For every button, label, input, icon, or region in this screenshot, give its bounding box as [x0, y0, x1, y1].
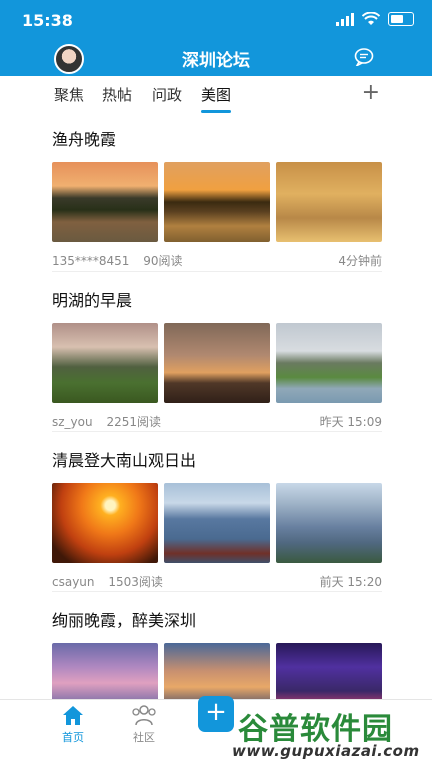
- status-time: 15:38: [22, 11, 73, 30]
- post-author: 135****8451: [52, 254, 130, 268]
- post-title: 清晨登大南山观日出: [52, 451, 197, 470]
- community-icon: [132, 705, 156, 726]
- plus-icon: +: [205, 697, 227, 727]
- new-post-button[interactable]: +: [198, 696, 234, 732]
- post-title: 绚丽晚霞，醉美深圳: [52, 611, 197, 630]
- post-reads: 1503阅读: [108, 575, 163, 589]
- tab-hot[interactable]: 热帖: [102, 84, 132, 105]
- app-header: 深圳论坛: [0, 40, 432, 76]
- divider: [52, 431, 382, 432]
- new-post-label: 发帖: [205, 732, 227, 745]
- tab-home[interactable]: 首页: [53, 704, 93, 745]
- post-image[interactable]: [276, 162, 382, 242]
- divider: [52, 271, 382, 272]
- post-image[interactable]: [52, 323, 158, 403]
- post-meta: 135****8451 90阅读 4分钟前: [52, 252, 382, 268]
- post-meta: sz_you 2251阅读 昨天 15:09: [52, 413, 382, 429]
- post-image[interactable]: [276, 323, 382, 403]
- category-tabs: 聚焦 热帖 问政 美图 +: [0, 76, 432, 114]
- battery-icon: [388, 12, 414, 26]
- post-author: sz_you: [52, 415, 93, 429]
- tab-community[interactable]: 社区: [124, 704, 164, 745]
- status-bar: 15:38: [0, 0, 432, 40]
- post-time: 4分钟前: [338, 254, 382, 268]
- add-tab-icon[interactable]: +: [362, 80, 380, 105]
- home-icon: [63, 706, 83, 725]
- watermark-url: www.gupuxiazai.com: [232, 742, 420, 760]
- post-image[interactable]: [52, 162, 158, 242]
- post-image[interactable]: [164, 483, 270, 563]
- post-time: 前天 15:20: [319, 575, 382, 589]
- post-reads: 2251阅读: [106, 415, 161, 429]
- post-item[interactable]: 明湖的早晨 sz_you 2251阅读 昨天 15:09: [52, 287, 382, 429]
- post-author: csayun: [52, 575, 95, 589]
- post-image[interactable]: [52, 483, 158, 563]
- message-icon[interactable]: [354, 48, 374, 66]
- signal-icon: [336, 12, 354, 26]
- status-icons: [336, 12, 414, 26]
- tab-photos[interactable]: 美图: [201, 84, 232, 113]
- post-image[interactable]: [164, 162, 270, 242]
- post-image[interactable]: [164, 323, 270, 403]
- tab-focus[interactable]: 聚焦: [54, 84, 84, 105]
- divider: [52, 591, 382, 592]
- tab-home-label: 首页: [62, 731, 84, 744]
- post-title: 明湖的早晨: [52, 291, 133, 310]
- post-title: 渔舟晚霞: [52, 130, 117, 149]
- tab-community-label: 社区: [133, 731, 155, 744]
- post-time: 昨天 15:09: [319, 415, 382, 429]
- post-meta: csayun 1503阅读 前天 15:20: [52, 573, 382, 589]
- wifi-icon: [362, 12, 380, 25]
- post-image[interactable]: [276, 483, 382, 563]
- post-item[interactable]: 清晨登大南山观日出 csayun 1503阅读 前天 15:20: [52, 447, 382, 589]
- post-item[interactable]: 渔舟晚霞 135****8451 90阅读 4分钟前: [52, 126, 382, 268]
- post-reads: 90阅读: [143, 254, 183, 268]
- watermark: 谷普软件园 www.gupuxiazai.com: [232, 704, 428, 764]
- tab-inquiry[interactable]: 问政: [152, 84, 182, 105]
